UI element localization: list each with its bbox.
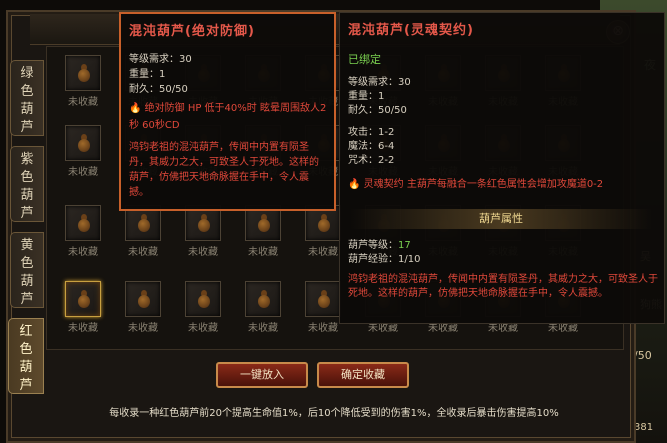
gourd-icon	[78, 214, 90, 232]
durability: 耐久：50/50	[348, 105, 407, 116]
item-lore: 鸿钧老祖的混沌葫芦，传闻中内置有陨圣丹，其威力之大，可致圣人于死地。这样的葫芦，…	[129, 142, 319, 198]
gourd-icon	[258, 214, 270, 232]
item-title: 混沌葫芦(灵魂契约)	[348, 23, 474, 38]
tab-purple-gourd[interactable]: 紫色葫芦	[10, 146, 44, 222]
tooltip-compare-item: 混沌葫芦(灵魂契约) 已绑定 等级需求：30 重量：1 耐久：50/50 攻击：…	[339, 12, 665, 324]
level-requirement: 等级需求：30	[348, 77, 411, 88]
gourd-slot[interactable]: 未收藏	[241, 205, 285, 259]
durability: 耐久：50/50	[129, 84, 188, 95]
bound-status: 已绑定	[348, 53, 381, 66]
gourd-icon	[138, 214, 150, 232]
slot-caption: 未收藏	[248, 323, 278, 334]
gourd-icon	[78, 64, 90, 82]
gourd-icon	[198, 290, 210, 308]
slot-caption: 未收藏	[188, 323, 218, 334]
slot-frame[interactable]	[185, 281, 221, 317]
slot-caption: 未收藏	[68, 247, 98, 258]
gourd-slot[interactable]: 未收藏	[121, 205, 165, 259]
item-title: 混沌葫芦(绝对防御)	[129, 24, 255, 39]
slot-caption: 未收藏	[68, 97, 98, 108]
slot-caption: 未收藏	[128, 247, 158, 258]
slot-frame[interactable]	[305, 281, 341, 317]
skill-flame-icon: 🔥	[129, 103, 145, 114]
bg-text: /50	[634, 349, 652, 362]
taoism-stat: 咒术：2-2	[348, 155, 395, 166]
collection-bonus-text: 每收录一种红色葫芦前20个提高生命值1%，后10个降低受到的伤害1%，全收录后暴…	[109, 408, 559, 419]
gourd-icon	[78, 134, 90, 152]
gourd-icon	[198, 214, 210, 232]
gourd-icon	[258, 290, 270, 308]
gourd-icon	[318, 290, 330, 308]
attack-stat: 攻击：1-2	[348, 127, 395, 138]
slot-frame[interactable]	[65, 205, 101, 241]
bg-counter: 381	[634, 422, 654, 433]
slot-frame[interactable]	[125, 281, 161, 317]
slot-frame[interactable]	[65, 281, 101, 317]
slot-caption: 未收藏	[68, 323, 98, 334]
item-lore: 鸿钧老祖的混沌葫芦，传闻中内置有陨圣丹，其威力之大，可致圣人于死地。这样的葫芦，…	[348, 274, 658, 299]
skill-description: 🔥 绝对防御 HP 低于40%时 眩晕周围敌人2秒 60秒CD	[129, 103, 327, 131]
tooltip-equipped-item: 混沌葫芦(绝对防御) 等级需求：30 重量：1 耐久：50/50 🔥 绝对防御 …	[119, 12, 336, 211]
slot-caption: 未收藏	[68, 167, 98, 178]
gourd-icon	[138, 290, 150, 308]
slot-frame[interactable]	[65, 125, 101, 161]
section-header: 葫芦属性	[350, 209, 652, 229]
tab-green-gourd[interactable]: 绿色葫芦	[10, 60, 44, 136]
skill-flame-icon: 🔥	[348, 179, 364, 190]
level-requirement: 等级需求：30	[129, 54, 192, 65]
gourd-slot[interactable]: 未收藏	[61, 281, 105, 335]
slot-frame[interactable]	[65, 55, 101, 91]
gourd-slot[interactable]: 未收藏	[61, 55, 105, 109]
gourd-slot[interactable]: 未收藏	[121, 281, 165, 335]
weight: 重量：1	[348, 91, 385, 102]
put-all-button[interactable]: 一键放入	[216, 362, 308, 388]
gourd-slot[interactable]: 未收藏	[241, 281, 285, 335]
tab-red-gourd[interactable]: 红色葫芦	[8, 318, 44, 394]
slot-frame[interactable]	[245, 281, 281, 317]
tab-yellow-gourd[interactable]: 黄色葫芦	[10, 232, 44, 308]
gourd-level: 葫芦等级：17	[348, 240, 411, 251]
gourd-slot[interactable]: 未收藏	[61, 205, 105, 259]
gourd-exp: 葫芦经验：1/10	[348, 254, 421, 265]
confirm-collect-button[interactable]: 确定收藏	[317, 362, 409, 388]
gourd-icon	[318, 214, 330, 232]
magic-stat: 魔法：6-4	[348, 141, 395, 152]
slot-caption: 未收藏	[188, 247, 218, 258]
slot-caption: 未收藏	[248, 247, 278, 258]
weight: 重量：1	[129, 69, 166, 80]
slot-caption: 未收藏	[128, 323, 158, 334]
skill-description: 🔥 灵魂契约 主葫芦每融合一条红色属性会增加攻魔道0-2	[348, 179, 604, 190]
gourd-slot[interactable]: 未收藏	[61, 125, 105, 179]
gourd-slot[interactable]: 未收藏	[181, 205, 225, 259]
gourd-slot[interactable]: 未收藏	[181, 281, 225, 335]
gourd-icon	[78, 290, 90, 308]
